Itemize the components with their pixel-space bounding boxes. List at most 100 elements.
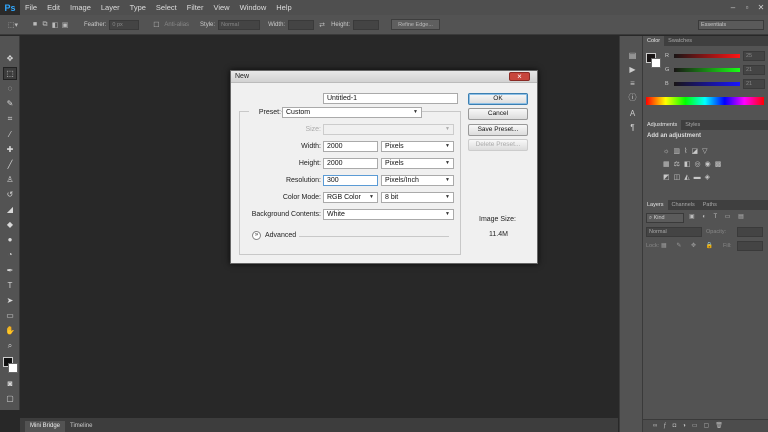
width-unit-select[interactable]: Pixels ▼	[381, 141, 454, 152]
opacity-input[interactable]	[737, 227, 763, 237]
color-slider-b[interactable]: B 21	[665, 77, 765, 91]
channel-g-value[interactable]: 21	[743, 65, 765, 75]
crop-tool-icon[interactable]: ⌗	[3, 112, 17, 125]
channel-mixer-icon[interactable]: ◉	[705, 161, 715, 168]
color-bg-swatch[interactable]	[651, 58, 661, 68]
feather-input[interactable]: 0 px	[109, 19, 140, 30]
new-group-icon[interactable]: ▭	[692, 423, 704, 429]
layer-filter-kind[interactable]: ⌕ Kind	[646, 213, 684, 223]
quick-selection-icon[interactable]: ✎	[3, 97, 17, 110]
close-button[interactable]: ✕	[754, 0, 768, 15]
channel-b-value[interactable]: 21	[743, 79, 765, 89]
tab-adjustments[interactable]: Adjustments	[643, 120, 682, 130]
layer-style-icon[interactable]: ƒ	[663, 423, 672, 429]
menu-select[interactable]: Select	[151, 0, 182, 15]
tab-channels[interactable]: Channels	[668, 200, 699, 210]
actions-icon[interactable]: ▶	[627, 64, 638, 75]
bit-depth-select[interactable]: 8 bit ▼	[381, 192, 454, 203]
eraser-icon[interactable]: ◢	[3, 203, 17, 216]
channel-r-value[interactable]: 25	[743, 51, 765, 61]
intersect-selection-icon[interactable]: ▣	[60, 20, 70, 30]
advanced-label[interactable]: Advanced	[265, 232, 296, 239]
menu-type[interactable]: Type	[125, 0, 151, 15]
delete-layer-icon[interactable]: 🗑	[715, 423, 729, 429]
gradient-map-icon[interactable]: ▬	[694, 174, 705, 181]
tab-color[interactable]: Color	[643, 36, 665, 46]
swap-icon[interactable]: ⇄	[317, 20, 327, 30]
layer-filter-icons[interactable]: ▣ ◐ T ▭ ▤	[689, 213, 747, 220]
link-layers-icon[interactable]: ∞	[653, 423, 663, 429]
pen-tool-icon[interactable]: ✒	[3, 264, 17, 277]
history-brush-icon[interactable]: ↺	[3, 188, 17, 201]
maximize-button[interactable]: ▫	[740, 0, 754, 15]
eyedropper-icon[interactable]: ⁄	[3, 128, 17, 141]
lasso-tool-icon[interactable]: ◌	[3, 82, 17, 95]
resolution-unit-select[interactable]: Pixels/Inch ▼	[381, 175, 454, 186]
levels-icon[interactable]: ▥	[673, 148, 684, 155]
menu-filter[interactable]: Filter	[182, 0, 209, 15]
rectangular-marquee-icon[interactable]: ⬚	[3, 67, 17, 80]
cancel-button[interactable]: Cancel	[468, 108, 528, 120]
color-mode-select[interactable]: RGB Color ▼	[323, 192, 378, 203]
posterize-icon[interactable]: ◫	[674, 174, 685, 181]
black-white-icon[interactable]: ◧	[684, 161, 695, 168]
height-input[interactable]: 2000	[323, 158, 378, 169]
clone-stamp-icon[interactable]: ♙	[3, 173, 17, 186]
height-input[interactable]	[353, 19, 380, 30]
tab-swatches[interactable]: Swatches	[664, 36, 696, 46]
height-unit-select[interactable]: Pixels ▼	[381, 158, 454, 169]
type-tool-icon[interactable]: T	[3, 279, 17, 292]
dodge-tool-icon[interactable]: ◔	[3, 248, 17, 261]
vibrance-icon[interactable]: ▽	[702, 148, 711, 155]
color-balance-icon[interactable]: ⚖	[674, 161, 684, 168]
new-layer-icon[interactable]: ▢	[704, 423, 716, 429]
name-input[interactable]: Untitled-1	[323, 93, 458, 104]
style-select[interactable]: Normal	[218, 19, 261, 30]
background-contents-select[interactable]: White ▼	[323, 209, 454, 220]
advanced-toggle-icon[interactable]: »	[252, 231, 261, 240]
exposure-icon[interactable]: ◪	[691, 148, 702, 155]
color-slider-r[interactable]: R 25	[665, 49, 765, 63]
menu-edit[interactable]: Edit	[42, 0, 65, 15]
quick-mask-icon[interactable]: ◙	[3, 377, 17, 390]
save-preset-button[interactable]: Save Preset...	[468, 124, 528, 136]
width-input[interactable]	[288, 19, 315, 30]
hue-saturation-icon[interactable]: ▦	[663, 161, 674, 168]
refine-edge-button[interactable]: Refine Edge...	[391, 19, 440, 30]
hand-tool-icon[interactable]: ✋	[3, 324, 17, 337]
adjustment-layer-icon[interactable]: ◑	[682, 423, 692, 429]
path-selection-icon[interactable]: ➤	[3, 294, 17, 307]
paint-bucket-icon[interactable]: ◆	[3, 218, 17, 231]
properties-icon[interactable]: ≡	[627, 78, 638, 89]
subtract-selection-icon[interactable]: ◧	[50, 20, 60, 30]
history-icon[interactable]: ▤	[627, 50, 638, 61]
resolution-input[interactable]: 300	[323, 175, 378, 186]
ok-button[interactable]: OK	[468, 93, 528, 105]
move-tool-icon[interactable]: ✥	[3, 52, 17, 65]
photo-filter-icon[interactable]: ◎	[695, 161, 705, 168]
layer-mask-icon[interactable]: ◘	[673, 423, 683, 429]
invert-icon[interactable]: ◩	[663, 174, 674, 181]
color-slider-g[interactable]: G 21	[665, 63, 765, 77]
brush-tool-icon[interactable]: ╱	[3, 158, 17, 171]
fill-input[interactable]	[737, 241, 763, 251]
screen-mode-icon[interactable]: ▢	[3, 392, 17, 405]
blur-tool-icon[interactable]: ●	[3, 233, 17, 246]
blend-mode-select[interactable]: Normal	[646, 227, 702, 237]
tab-mini-bridge[interactable]: Mini Bridge	[25, 421, 66, 432]
brightness-icon[interactable]: ☼	[663, 148, 673, 155]
spot-healing-icon[interactable]: ✚	[3, 143, 17, 156]
tab-styles[interactable]: Styles	[681, 120, 704, 130]
menu-layer[interactable]: Layer	[96, 0, 125, 15]
preset-select[interactable]: Custom ▼	[282, 107, 422, 118]
antialias-checkbox[interactable]: ☐	[151, 20, 161, 30]
width-input[interactable]: 2000	[323, 141, 378, 152]
tab-layers[interactable]: Layers	[643, 200, 668, 210]
photoshop-logo[interactable]: Ps	[0, 0, 20, 15]
workspace-select[interactable]: Essentials	[698, 19, 764, 30]
new-selection-icon[interactable]: ■	[30, 20, 40, 30]
color-lookup-icon[interactable]: ▩	[715, 161, 726, 168]
tab-timeline[interactable]: Timeline	[65, 421, 97, 432]
lock-icons[interactable]: ▦ ✎ ✥ 🔒	[661, 242, 717, 249]
zoom-tool-icon[interactable]: ⌕	[3, 339, 17, 352]
